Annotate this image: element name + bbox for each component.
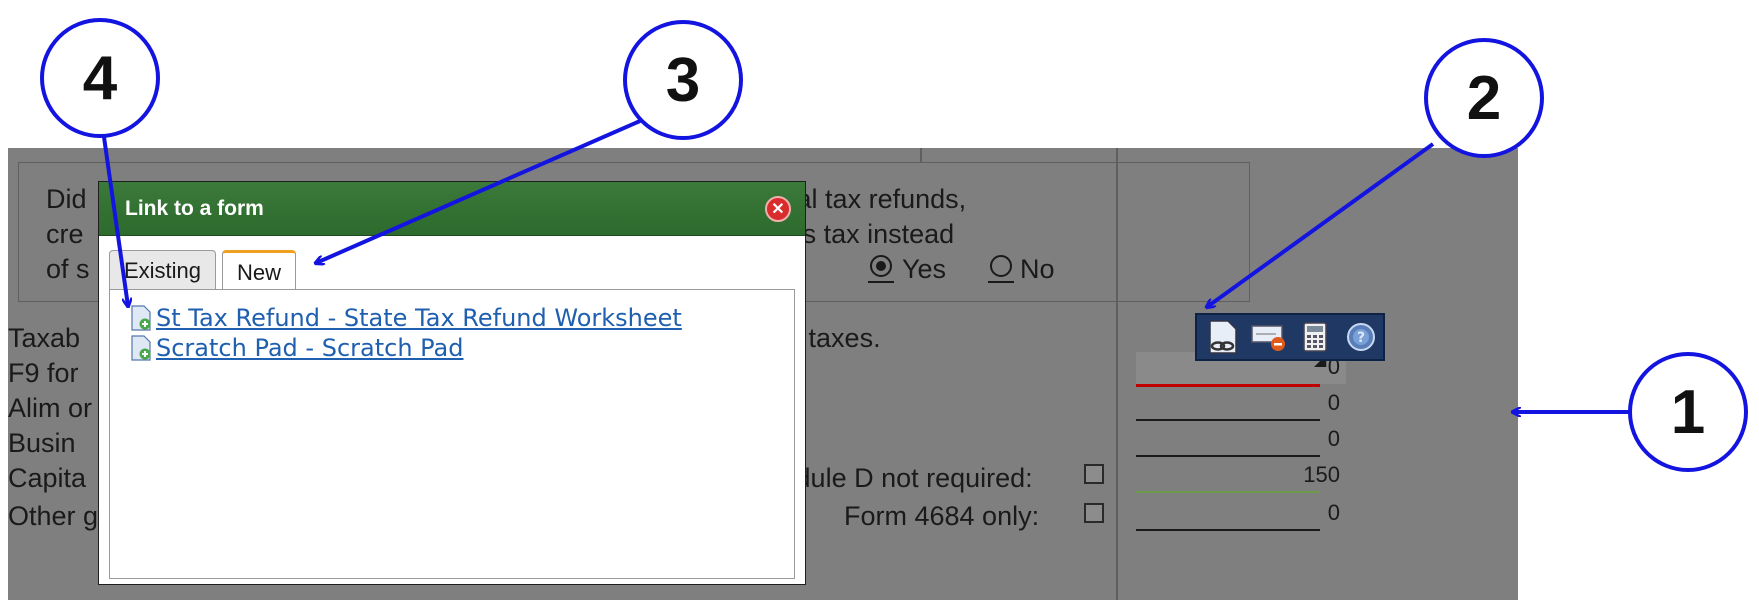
remove-link-icon[interactable] <box>1249 317 1289 357</box>
amount-field-capital[interactable]: 150 <box>1136 460 1346 492</box>
link-text: Scratch Pad - Scratch Pad <box>156 334 464 362</box>
no-radio[interactable] <box>990 255 1012 277</box>
form-4684-label: Form 4684 only: <box>844 501 1040 531</box>
close-icon[interactable]: ✕ <box>765 196 791 222</box>
amount-field-alimony[interactable]: 0 <box>1136 388 1346 420</box>
svg-text:?: ? <box>1357 330 1365 346</box>
help-icon[interactable]: ? <box>1341 317 1381 357</box>
row-label-alimony: Alim or <box>8 393 93 423</box>
tab-existing[interactable]: Existing <box>109 250 217 290</box>
row-label-capital: Capita <box>8 463 87 493</box>
row-label-f9: F9 for <box>8 358 79 388</box>
amount-underline <box>1136 455 1320 457</box>
calculator-icon[interactable] <box>1295 317 1335 357</box>
dialog-title-bar[interactable]: Link to a form ✕ <box>99 182 805 236</box>
row-label-taxable: Taxab <box>8 323 81 353</box>
divider <box>920 148 922 162</box>
question-text-line1-left: Did <box>46 184 87 214</box>
amount-underline <box>1136 491 1320 493</box>
amount-value: 0 <box>1327 390 1340 415</box>
field-toolbar: ? <box>1195 313 1385 361</box>
amount-underline <box>1136 419 1320 421</box>
callout-1: 1 <box>1628 352 1748 472</box>
no-label: No <box>1020 254 1055 284</box>
callout-2: 2 <box>1424 38 1544 158</box>
amount-field-other-gains[interactable]: 0 <box>1136 498 1346 530</box>
new-tab-panel: St Tax Refund - State Tax Refund Workshe… <box>109 289 795 579</box>
amount-value: 150 <box>1303 462 1340 487</box>
question-text-line2-left: cre <box>46 219 84 249</box>
dialog-tabs: Existing New <box>109 250 297 292</box>
form-4684-checkbox[interactable] <box>1084 503 1104 523</box>
new-document-icon <box>131 335 151 361</box>
no-radio-underline <box>988 281 1014 283</box>
yes-radio-underline <box>868 281 894 283</box>
amount-underline <box>1136 384 1320 387</box>
amount-field-business[interactable]: 0 <box>1136 424 1346 456</box>
yes-radio[interactable] <box>870 255 892 277</box>
tab-new[interactable]: New <box>222 250 297 292</box>
amount-value: 0 <box>1327 426 1340 451</box>
yes-label: Yes <box>902 254 947 284</box>
amount-underline <box>1136 529 1320 531</box>
link-to-form-dialog: Link to a form ✕ Existing New St Tax Ref… <box>98 181 806 585</box>
question-text-line3-left: of s <box>46 254 90 284</box>
row-label-business: Busin <box>8 428 76 458</box>
link-item-st-tax-refund[interactable]: St Tax Refund - State Tax Refund Workshe… <box>130 304 682 332</box>
amount-value: 0 <box>1327 500 1340 525</box>
link-item-scratch-pad[interactable]: Scratch Pad - Scratch Pad <box>130 334 464 362</box>
schedule-d-checkbox[interactable] <box>1084 464 1104 484</box>
callout-4: 4 <box>40 18 160 138</box>
link-document-icon[interactable] <box>1203 317 1243 357</box>
callout-3: 3 <box>623 20 743 140</box>
link-text: St Tax Refund - State Tax Refund Workshe… <box>156 304 682 332</box>
new-document-icon <box>131 305 151 331</box>
dialog-title: Link to a form <box>125 196 264 220</box>
